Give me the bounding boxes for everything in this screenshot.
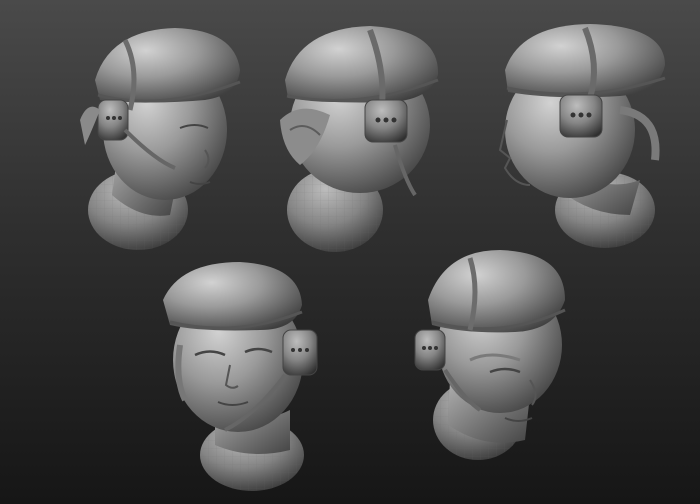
head-render-view-3 [498,24,666,248]
head-render-view-4 [163,262,318,491]
head-render-view-2 [280,26,439,252]
head-render-view-5 [414,250,566,460]
render-scene [80,24,666,491]
viewport-canvas [0,0,700,504]
head-render-view-1 [80,28,241,250]
